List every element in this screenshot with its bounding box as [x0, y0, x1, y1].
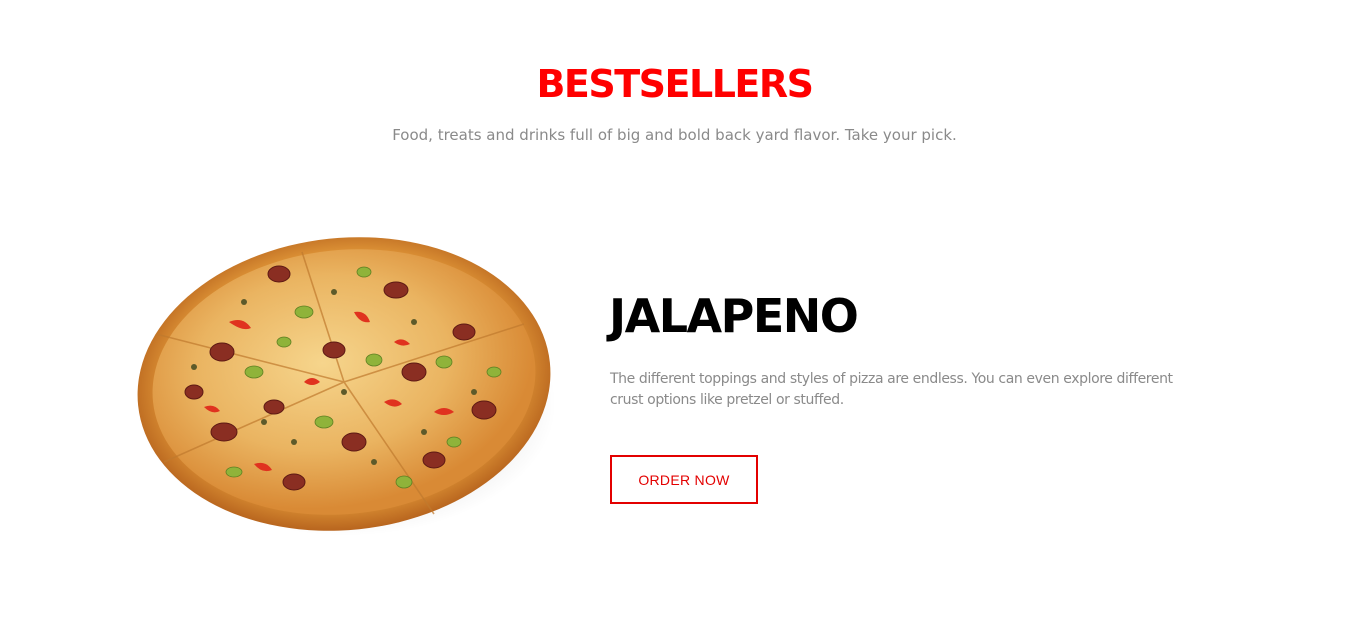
section-subtitle: Food, treats and drinks full of big and …	[392, 126, 957, 144]
pizza-image	[134, 232, 554, 540]
product-title: JALAPENO	[609, 289, 859, 343]
order-now-button[interactable]: ORDER NOW	[610, 455, 758, 504]
section-title: BESTSELLERS	[536, 62, 814, 106]
bestsellers-section: BESTSELLERS Food, treats and drinks full…	[0, 0, 1349, 617]
product-description: The different toppings and styles of piz…	[610, 371, 1173, 408]
